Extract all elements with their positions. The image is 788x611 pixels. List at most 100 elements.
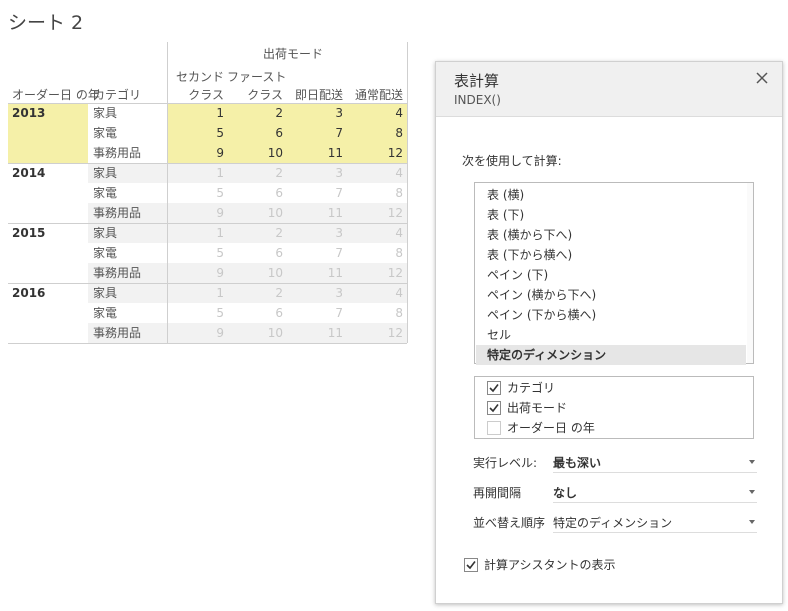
value-cell[interactable]: 3 [287,103,343,123]
show-assistant-toggle[interactable]: 計算アシスタントの表示 [464,555,684,575]
list-scrollbar[interactable] [747,183,753,363]
panel-subtitle: INDEX() [454,93,501,107]
value-cell[interactable]: 2 [227,163,283,183]
dimension-label: 出荷モード [507,401,568,415]
sort-order-value: 特定のディメンション [553,516,673,530]
value-cell[interactable]: 2 [227,223,283,243]
value-cell[interactable]: 1 [168,283,224,303]
value-cell[interactable]: 8 [347,243,403,263]
compute-option[interactable]: 特定のディメンション [487,345,606,365]
sort-order-label: 並べ替え順序 [473,516,546,530]
value-cell[interactable]: 6 [227,123,283,143]
dimension-label: オーダー日 の年 [507,421,595,435]
compute-option[interactable]: 表 (下) [487,205,524,225]
checkmark-icon [466,561,476,570]
value-cell[interactable]: 1 [168,163,224,183]
value-cell[interactable]: 9 [168,323,224,343]
restart-every-value: なし [553,486,578,500]
value-cell[interactable]: 9 [168,263,224,283]
value-cell[interactable]: 6 [227,243,283,263]
value-cell[interactable]: 5 [168,243,224,263]
value-cell[interactable]: 12 [347,203,403,223]
value-cell[interactable]: 8 [347,183,403,203]
restart-every-label: 再開間隔 [473,486,522,500]
compute-option[interactable]: ペイン (下) [487,265,548,285]
value-cell[interactable]: 7 [287,183,343,203]
at-level-label: 実行レベル: [473,456,538,470]
value-cell[interactable]: 11 [287,323,343,343]
category-label: 家電 [93,306,118,320]
value-cell[interactable]: 10 [227,263,283,283]
compute-using-list[interactable]: 表 (横) 表 (下) 表 (横から下へ) 表 (下から横へ) ペイン (下) ペイン (… [474,182,754,365]
value-cell[interactable]: 6 [227,183,283,203]
value-cell[interactable]: 2 [227,103,283,123]
panel-title: 表計算 [454,72,500,90]
column-header-line1: セカンド [175,70,224,84]
category-label: 事務用品 [93,146,142,160]
compute-option[interactable]: 表 (横) [487,185,524,205]
group-divider [8,163,407,164]
category-label: 家電 [93,246,118,260]
value-cell[interactable]: 2 [227,283,283,303]
value-cell[interactable]: 4 [347,223,403,243]
at-level-value: 最も深い [553,456,602,470]
value-cell[interactable]: 5 [168,123,224,143]
category-label: 家電 [93,186,118,200]
value-cell[interactable]: 7 [287,123,343,143]
compute-option[interactable]: ペイン (横から下へ) [487,285,596,305]
compute-option[interactable]: ペイン (下から横へ) [487,305,596,325]
value-cell[interactable]: 4 [347,103,403,123]
value-cell[interactable]: 5 [168,183,224,203]
value-cell[interactable]: 4 [347,283,403,303]
value-cell[interactable]: 1 [168,103,224,123]
category-label: 事務用品 [93,206,142,220]
checkmark-icon [489,384,499,393]
value-cell[interactable]: 12 [347,323,403,343]
value-cell[interactable]: 10 [227,323,283,343]
value-cell[interactable]: 6 [227,303,283,323]
crosstab: 出荷モード オーダー日 の年 カテゴリ セカンド クラス ファースト クラス 即日配送 通常配送… [0,0,420,360]
column-header-line1: ファースト [227,70,287,84]
dimension-checklist: カテゴリ出荷モードオーダー日 の年 [474,376,754,439]
value-cell[interactable]: 11 [287,143,343,163]
sort-order-dropdown[interactable]: 特定のディメンション [553,512,757,533]
value-cell[interactable]: 5 [168,303,224,323]
compute-option[interactable]: 表 (下から横へ) [487,245,572,265]
restart-every-dropdown[interactable]: なし [553,482,757,503]
category-label: 家具 [93,106,118,120]
value-cell[interactable]: 8 [347,303,403,323]
dimension-checkbox[interactable] [487,401,501,415]
value-cell[interactable]: 10 [227,143,283,163]
dimension-label: カテゴリ [507,381,556,395]
value-cell[interactable]: 3 [287,283,343,303]
dimension-checkbox[interactable] [487,381,501,395]
value-cell[interactable]: 12 [347,263,403,283]
value-cell[interactable]: 3 [287,223,343,243]
value-cell[interactable]: 12 [347,143,403,163]
value-cell[interactable]: 8 [347,123,403,143]
show-assistant-checkbox[interactable] [464,558,478,572]
value-cell[interactable]: 3 [287,163,343,183]
compute-using-label: 次を使用して計算: [462,154,562,168]
value-cell[interactable]: 4 [347,163,403,183]
value-cell[interactable]: 1 [168,223,224,243]
chevron-down-icon [749,520,755,524]
group-divider [8,283,407,284]
value-cell[interactable]: 10 [227,203,283,223]
restart-every-row: 再開間隔 なし [473,482,758,504]
close-button[interactable] [752,68,772,88]
highlight-cell [8,123,88,143]
value-cell[interactable]: 7 [287,303,343,323]
value-cell[interactable]: 7 [287,243,343,263]
category-label: 家具 [93,226,118,240]
column-header: 通常配送 [354,88,403,102]
value-cell[interactable]: 9 [168,203,224,223]
compute-option[interactable]: セル [487,325,511,345]
compute-option[interactable]: 表 (横から下へ) [487,225,572,245]
value-cell[interactable]: 11 [287,263,343,283]
value-cell[interactable]: 11 [287,203,343,223]
value-cell[interactable]: 9 [168,143,224,163]
dimension-checkbox[interactable] [487,421,501,435]
at-level-dropdown[interactable]: 最も深い [553,452,757,473]
row-header-category: カテゴリ [93,88,142,102]
